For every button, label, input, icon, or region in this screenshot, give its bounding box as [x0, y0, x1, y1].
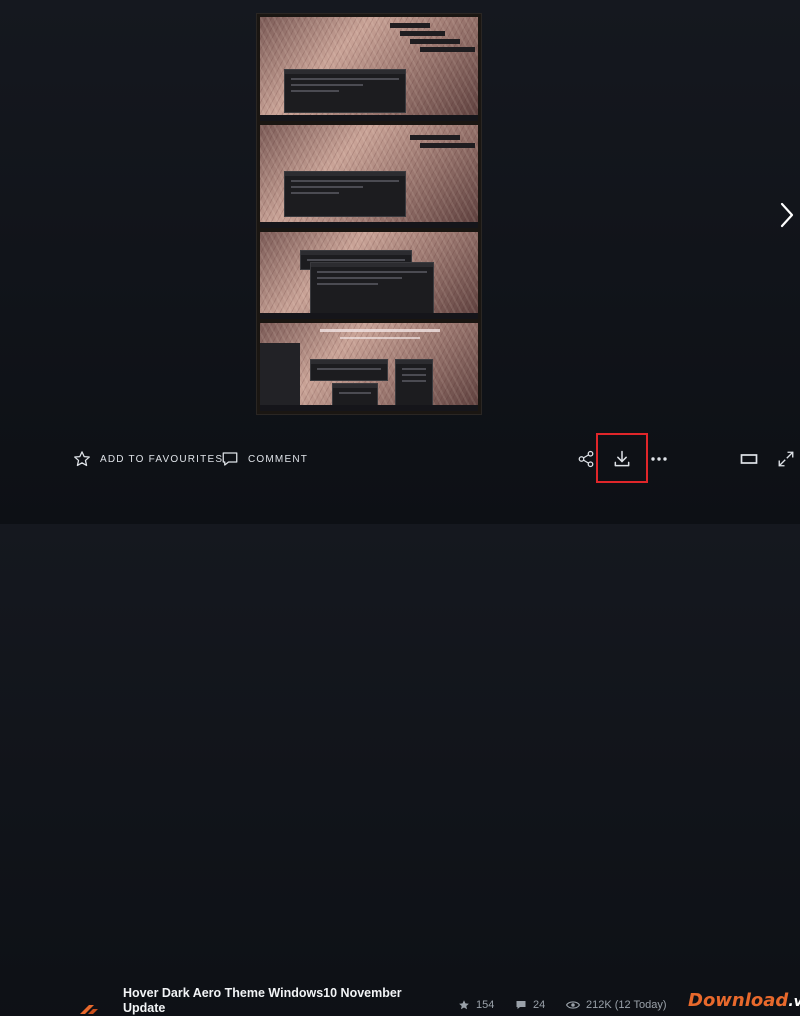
views-count: 212K (12 Today) — [586, 999, 667, 1011]
share-icon — [578, 450, 594, 468]
share-button[interactable] — [575, 448, 597, 470]
star-icon — [459, 1000, 469, 1010]
watermark-text: Download — [688, 990, 789, 1011]
views-stat: 212K (12 Today) — [566, 999, 667, 1011]
comment-icon — [222, 452, 238, 466]
favourites-stat: 154 — [458, 999, 494, 1011]
deviation-info: Hover Dark Aero Theme Windows10 November… — [0, 490, 800, 1015]
preview-panel-3 — [260, 232, 478, 319]
theater-mode-button[interactable] — [738, 448, 760, 470]
comments-stat: 24 — [515, 999, 545, 1011]
preview-panel-4 — [260, 323, 478, 411]
preview-panel-2 — [260, 125, 478, 228]
fullscreen-button[interactable] — [774, 447, 798, 471]
comment-label: COMMENT — [248, 453, 309, 465]
comments-count: 24 — [533, 999, 546, 1011]
comment-button[interactable]: COMMENT — [221, 447, 308, 471]
download-highlight-box — [596, 433, 648, 483]
add-to-favourites-button[interactable]: ADD TO FAVOURITES — [73, 447, 223, 471]
comment-icon — [516, 1001, 526, 1009]
chevron-right-icon — [780, 202, 794, 228]
next-deviation-button[interactable] — [775, 198, 799, 232]
deviation-preview-image[interactable] — [257, 14, 481, 414]
eye-icon — [566, 1001, 580, 1009]
fullscreen-icon — [778, 451, 794, 467]
preview-panel-1 — [260, 17, 478, 121]
more-icon — [651, 457, 667, 461]
author-avatar — [80, 1005, 98, 1014]
watermark-suffix: .vn — [788, 994, 800, 1010]
star-icon — [74, 451, 90, 467]
theater-mode-icon — [740, 454, 758, 464]
deviation-toolbar: ADD TO FAVOURITES COMMENT — [0, 436, 800, 482]
add-to-favourites-label: ADD TO FAVOURITES — [100, 453, 224, 465]
more-options-button[interactable] — [648, 448, 670, 470]
download-vn-watermark: Download.vn — [688, 990, 800, 1011]
favourites-count: 154 — [476, 999, 495, 1011]
deviation-stage — [0, 0, 800, 430]
deviation-title[interactable]: Hover Dark Aero Theme Windows10 November… — [123, 986, 423, 1016]
